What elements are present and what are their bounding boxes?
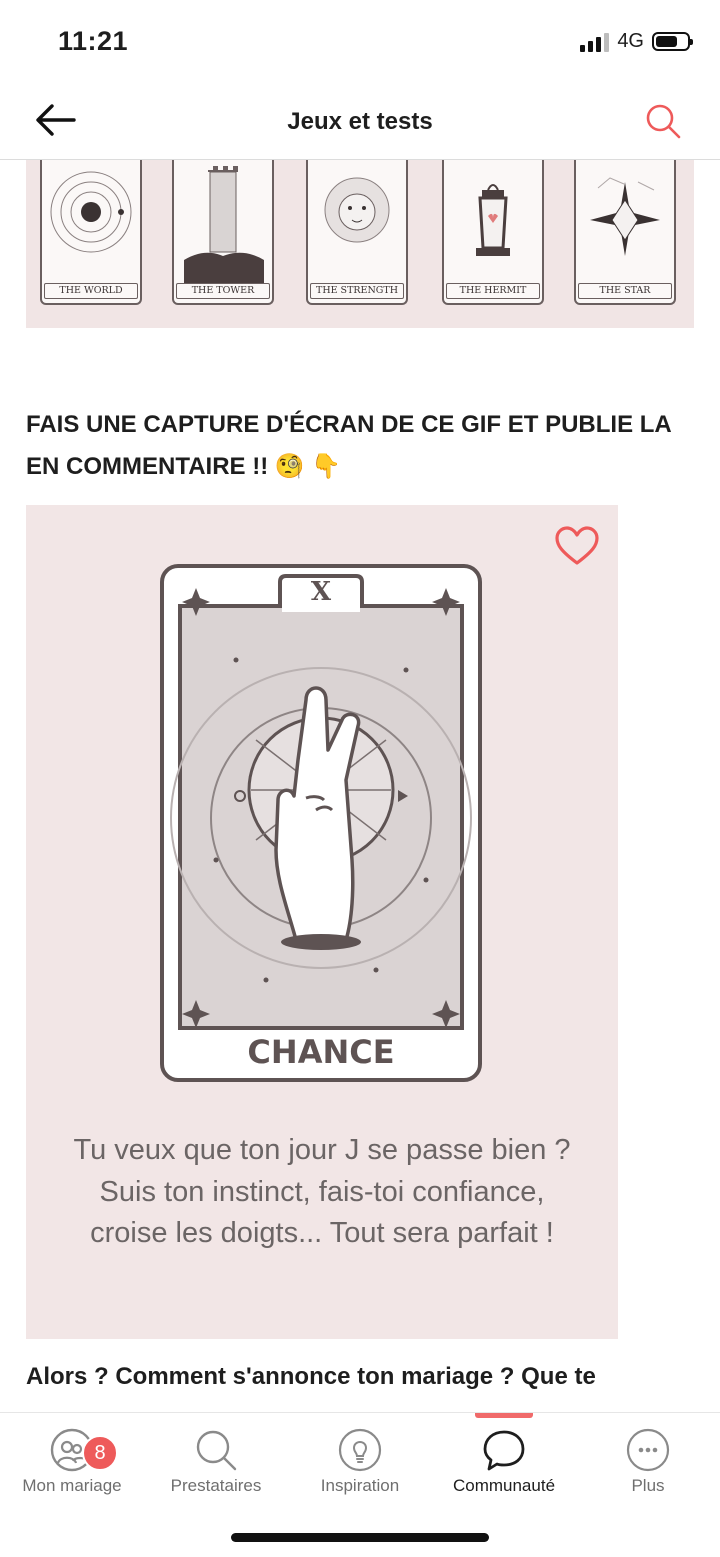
card-label: THE STRENGTH [310, 283, 404, 299]
card-numeral: X [311, 577, 332, 607]
heart-icon[interactable] [553, 523, 601, 571]
card-caption: Tu veux que ton jour J se passe bien ? S… [73, 1134, 571, 1249]
lightbulb-icon [338, 1428, 382, 1472]
notification-badge: 8 [82, 1435, 118, 1471]
search-icon[interactable] [644, 102, 682, 140]
network-type: 4G [617, 30, 644, 52]
chat-bubble-icon [483, 1430, 525, 1471]
active-tab-indicator [475, 1413, 533, 1418]
more-icon [626, 1428, 670, 1472]
home-indicator[interactable] [231, 1533, 489, 1542]
search-icon [196, 1430, 237, 1471]
tarot-card-star: THE STAR [574, 160, 676, 305]
page-title: Jeux et tests [287, 108, 433, 135]
top-bar: Jeux et tests [0, 80, 720, 160]
tarot-card-chance: X CHANCE [160, 564, 482, 1082]
card-label: THE TOWER [176, 283, 270, 299]
tarot-banner-image: THE WORLD THE TOWER THE STRENGTH THE HER… [26, 160, 694, 328]
status-time: 11:21 [58, 26, 129, 56]
status-indicators: 4G [580, 30, 693, 53]
battery-icon [652, 32, 693, 51]
card-label: THE HERMIT [446, 283, 540, 299]
tab-label: Mon mariage [22, 1476, 122, 1495]
tab-label: Communauté [452, 1476, 556, 1495]
card-label: THE WORLD [44, 283, 138, 299]
tab-label: Inspiration [320, 1476, 400, 1495]
tarot-card-hermit: THE HERMIT [442, 160, 544, 305]
tab-label: Prestataires [170, 1476, 262, 1495]
post-question: Alors ? Comment s'annonce ton mariage ? … [26, 1363, 596, 1390]
tarot-card-world: THE WORLD [40, 160, 142, 305]
tarot-gif-image: X CHANCE Tu veux que ton jour J se passe… [26, 505, 618, 1339]
card-title: CHANCE [247, 1033, 394, 1071]
tarot-card-strength: THE STRENGTH [306, 160, 408, 305]
card-label: THE STAR [578, 283, 672, 299]
signal-icon [580, 32, 610, 52]
tab-label: Plus [631, 1476, 665, 1495]
tarot-card-tower: THE TOWER [172, 160, 274, 305]
post-heading: FAIS UNE CAPTURE D'ÉCRAN DE CE GIF ET PU… [26, 411, 671, 480]
